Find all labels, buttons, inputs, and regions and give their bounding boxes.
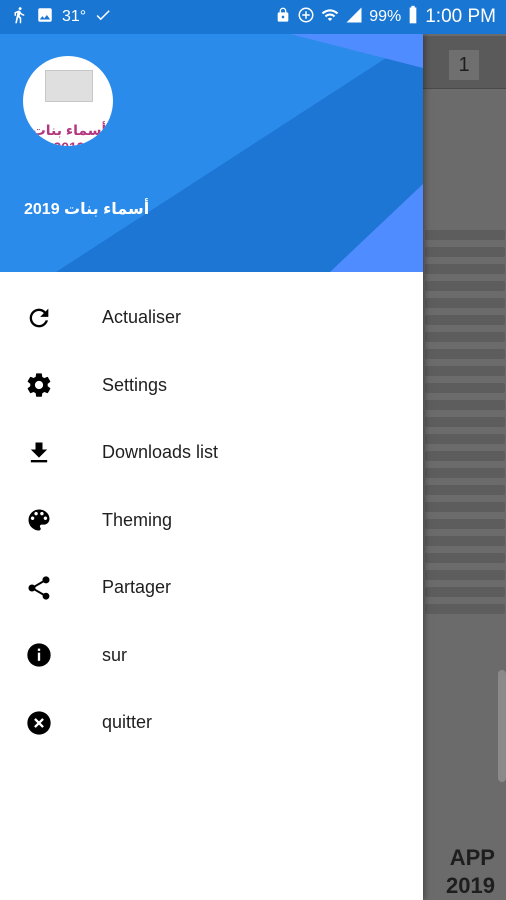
signal-icon (345, 6, 363, 29)
text-line (425, 468, 505, 478)
menu-label: Settings (102, 374, 168, 395)
menu-label: sur (102, 644, 128, 665)
status-right: 99% 1:00 PM (265, 5, 506, 30)
text-line (425, 519, 505, 529)
text-line (425, 485, 505, 495)
lock-icon (275, 6, 291, 29)
text-line (425, 604, 505, 614)
running-icon (10, 6, 28, 29)
text-line (425, 502, 505, 512)
menu-item-sur[interactable]: sur (0, 622, 423, 690)
avatar-logo-text: أسماء بنات 2019 (31, 122, 107, 146)
menu-item-settings[interactable]: Settings (0, 352, 423, 420)
text-line (425, 417, 505, 427)
text-line (425, 281, 505, 291)
text-line (425, 400, 505, 410)
text-line (425, 366, 505, 376)
battery-icon (407, 5, 419, 30)
page-number: 1 (449, 50, 479, 80)
text-line (425, 570, 505, 580)
text-line (425, 451, 505, 461)
text-line (425, 349, 505, 359)
drawer-menu: Actualiser Settings Downloads list Themi… (0, 284, 423, 757)
menu-item-actualiser[interactable]: Actualiser (0, 284, 423, 352)
temperature: 31° (62, 8, 87, 25)
drawer-title: أسماء بنات 2019 (24, 201, 150, 218)
text-line (425, 264, 505, 274)
text-line (425, 247, 505, 257)
battery-percent: 99% (369, 8, 402, 25)
close-circle-icon (25, 709, 53, 737)
text-line (425, 587, 505, 597)
drawer-header: أسماء بنات 2019 أسماء بنات 2019 (0, 34, 423, 272)
text-line (425, 298, 505, 308)
palette-icon (25, 506, 53, 534)
menu-item-theming[interactable]: Theming (0, 487, 423, 555)
page-indicator: 1 (423, 36, 506, 89)
text-line (425, 536, 505, 546)
share-icon (25, 574, 53, 602)
wifi-icon (321, 6, 339, 29)
text-line (425, 553, 505, 563)
baby-photo (45, 70, 93, 102)
download-icon (25, 439, 53, 467)
text-line (425, 332, 505, 342)
text-line (425, 434, 505, 444)
navigation-drawer: أسماء بنات 2019 أسماء بنات 2019 Actualis… (0, 34, 423, 900)
background-app: 1 APP 2019 (423, 34, 506, 900)
menu-item-downloads-list[interactable]: Downloads list (0, 419, 423, 487)
menu-label: quitter (102, 712, 153, 733)
gear-icon (25, 371, 53, 399)
menu-label: Partager (102, 577, 172, 598)
check-icon (94, 6, 112, 29)
image-icon (36, 6, 54, 29)
info-icon (25, 641, 53, 669)
clock: 1:00 PM (425, 6, 496, 27)
menu-label: Downloads list (102, 442, 219, 463)
status-bar: 31° 99% 1:00 PM (0, 0, 506, 34)
menu-item-quitter[interactable]: quitter (0, 689, 423, 757)
refresh-icon (25, 304, 53, 332)
text-line (425, 383, 505, 393)
menu-label: Actualiser (102, 307, 182, 328)
status-left: 31° (0, 6, 122, 29)
add-circle-icon (297, 6, 315, 29)
menu-item-partager[interactable]: Partager (0, 554, 423, 622)
background-scrollbar (498, 670, 506, 782)
text-line (425, 315, 505, 325)
menu-label: Theming (102, 509, 173, 530)
background-app-label: APP 2019 (446, 845, 495, 898)
avatar[interactable]: أسماء بنات 2019 (23, 56, 113, 146)
background-text-lines (425, 230, 505, 621)
text-line (425, 230, 505, 240)
